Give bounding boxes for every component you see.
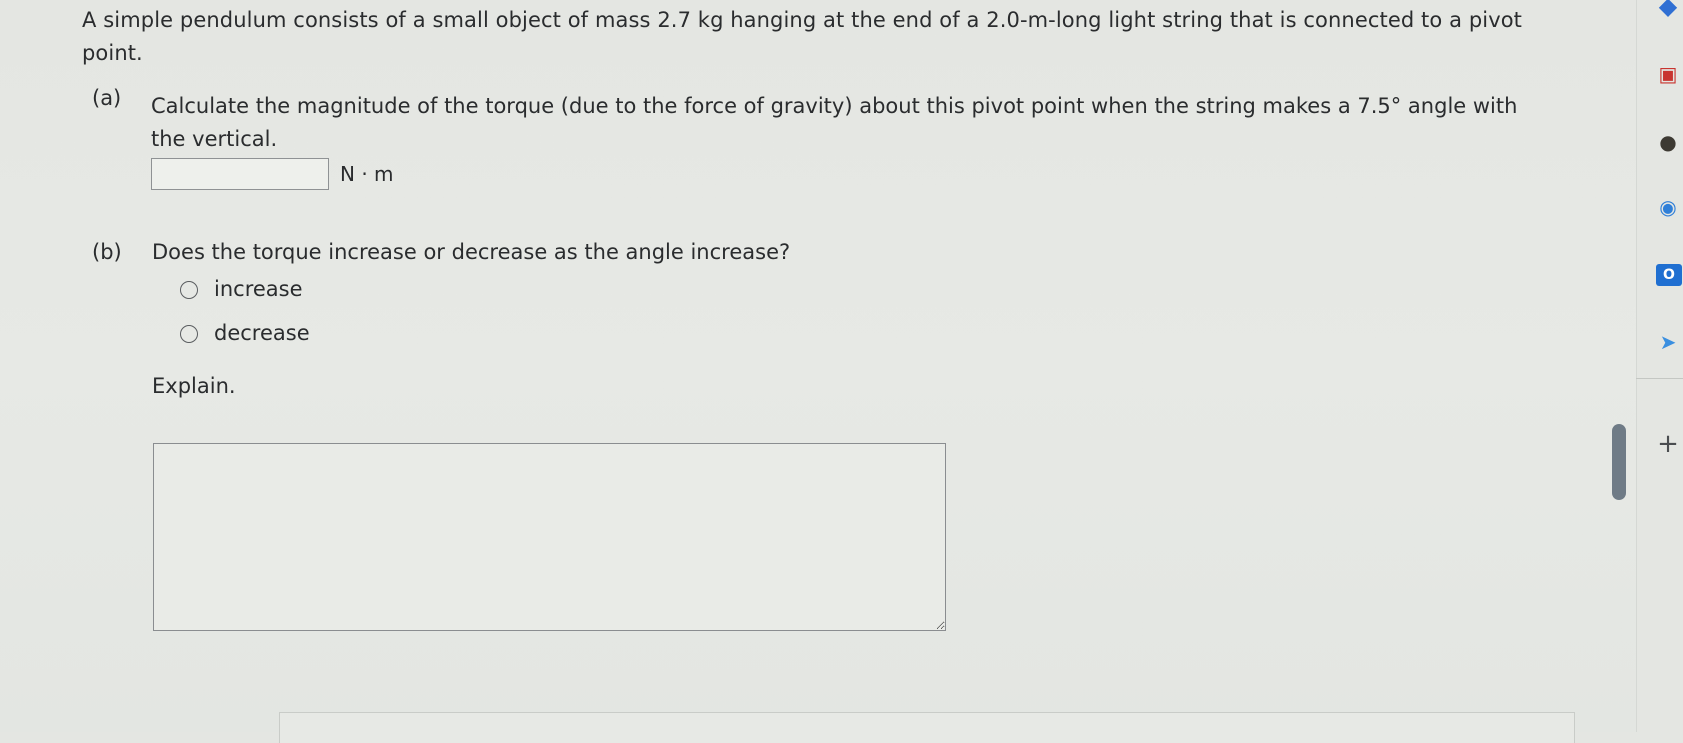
radio-label-increase[interactable]: increase [214,273,303,306]
torque-unit-label: N · m [340,162,394,186]
question-page: A simple pendulum consists of a small ob… [0,0,1580,743]
problem-statement: A simple pendulum consists of a small ob… [82,8,1523,65]
radio-button-increase[interactable] [180,280,198,299]
torque-answer-input[interactable] [151,158,329,190]
part-b-question: Does the torque increase or decrease as … [152,240,791,264]
radio-label-decrease[interactable]: decrease [214,317,310,350]
send-icon[interactable]: ➤ [1656,330,1680,354]
radio-button-decrease[interactable] [180,324,198,343]
browser-sidebar [1636,0,1683,732]
part-a-letter: (a) [92,86,122,110]
bing-diamond-icon[interactable]: ◆ [1656,0,1680,18]
scrollbar-thumb[interactable] [1612,424,1626,500]
part-a-question: Calculate the magnitude of the torque (d… [151,94,1518,151]
part-b-letter: (b) [92,240,122,264]
shopping-bag-icon[interactable]: ▣ [1656,62,1680,86]
add-icon[interactable]: + [1656,431,1680,457]
explain-label: Explain. [152,374,236,398]
explain-textarea[interactable] [153,443,946,631]
radio-option-increase[interactable]: increase [180,273,303,306]
bottom-panel-edge [279,712,1575,743]
copilot-icon[interactable]: ◉ [1656,195,1680,219]
radio-option-decrease[interactable]: decrease [180,317,310,350]
outlook-icon[interactable]: O [1656,264,1682,286]
sidebar-divider [1636,378,1683,379]
user-icon[interactable]: ● [1656,130,1680,154]
